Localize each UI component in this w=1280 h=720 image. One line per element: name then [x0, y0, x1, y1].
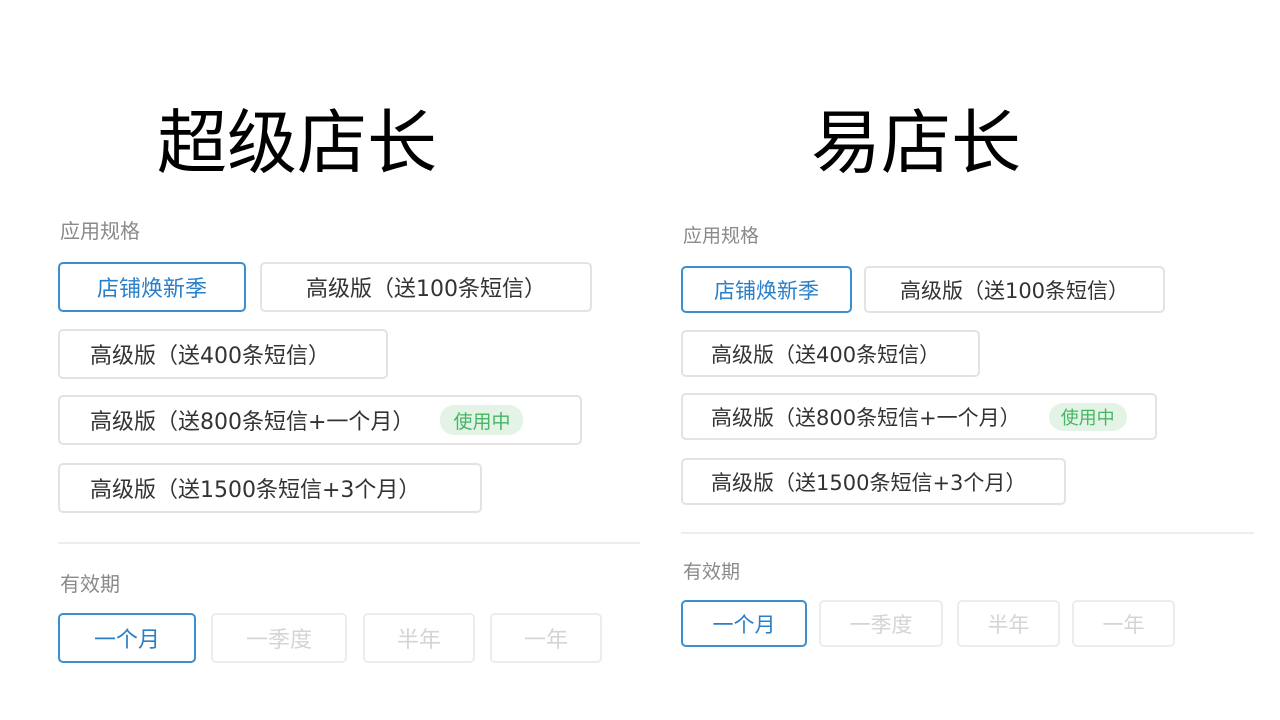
spec-option-400sms[interactable]: 高级版（送400条短信） — [681, 330, 980, 377]
spec-option-label: 高级版（送1500条短信+3个月） — [90, 478, 421, 503]
period-option-quarter[interactable]: 一季度 — [819, 600, 943, 647]
period-option-quarter[interactable]: 一季度 — [211, 613, 347, 663]
spec-option-label: 高级版（送400条短信） — [711, 342, 941, 367]
spec-option-label: 高级版（送1500条短信+3个月） — [711, 470, 1027, 495]
period-option-label: 一个月 — [712, 612, 776, 637]
period-option-label: 一季度 — [849, 612, 913, 637]
period-option-year[interactable]: 一年 — [490, 613, 602, 663]
spec-section-label: 应用规格 — [683, 225, 760, 247]
section-divider — [58, 542, 640, 544]
spec-option-promo[interactable]: 店铺焕新季 — [681, 266, 852, 313]
period-option-halfyear[interactable]: 半年 — [363, 613, 475, 663]
in-use-badge: 使用中 — [440, 405, 524, 435]
period-option-label: 一年 — [1102, 612, 1145, 637]
spec-option-label: 高级版（送800条短信+一个月） — [90, 410, 415, 435]
period-option-label: 半年 — [987, 612, 1030, 637]
spec-option-promo[interactable]: 店铺焕新季 — [58, 262, 246, 312]
spec-option-label: 店铺焕新季 — [714, 278, 819, 303]
period-section-label: 有效期 — [60, 572, 120, 596]
spec-option-label: 高级版（送100条短信） — [899, 278, 1130, 303]
section-divider — [681, 532, 1254, 534]
in-use-badge: 使用中 — [1048, 402, 1127, 431]
spec-option-1500sms[interactable]: 高级版（送1500条短信+3个月） — [681, 458, 1066, 505]
spec-option-100sms[interactable]: 高级版（送100条短信） — [260, 262, 592, 312]
period-option-month[interactable]: 一个月 — [681, 600, 807, 647]
period-option-year[interactable]: 一年 — [1072, 600, 1175, 647]
period-option-label: 一年 — [523, 628, 568, 653]
spec-option-1500sms[interactable]: 高级版（送1500条短信+3个月） — [58, 463, 482, 513]
spec-option-800sms[interactable]: 高级版（送800条短信+一个月） 使用中 — [681, 393, 1157, 440]
spec-section-label: 应用规格 — [60, 219, 140, 243]
period-option-month[interactable]: 一个月 — [58, 613, 196, 663]
period-option-label: 一季度 — [245, 628, 312, 653]
panel-title: 超级店长 — [157, 102, 437, 184]
spec-option-label: 高级版（送100条短信） — [306, 277, 546, 302]
spec-option-label: 店铺焕新季 — [96, 277, 207, 302]
spec-option-label: 高级版（送800条短信+一个月） — [711, 405, 1021, 430]
period-option-label: 一个月 — [93, 628, 160, 653]
period-option-label: 半年 — [396, 628, 441, 653]
spec-option-800sms[interactable]: 高级版（送800条短信+一个月） 使用中 — [58, 395, 582, 445]
period-option-halfyear[interactable]: 半年 — [957, 600, 1060, 647]
panel-title: 易店长 — [811, 102, 1021, 184]
period-section-label: 有效期 — [683, 561, 741, 583]
spec-option-100sms[interactable]: 高级版（送100条短信） — [864, 266, 1165, 313]
spec-option-label: 高级版（送400条短信） — [90, 344, 330, 369]
spec-option-400sms[interactable]: 高级版（送400条短信） — [58, 329, 388, 379]
